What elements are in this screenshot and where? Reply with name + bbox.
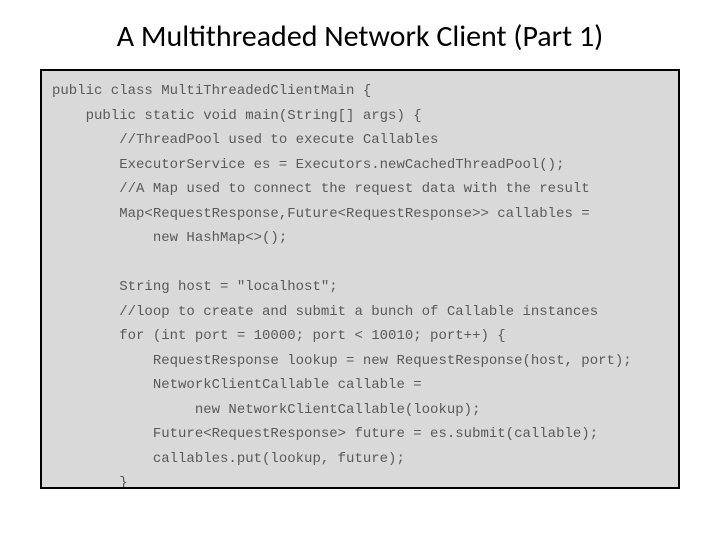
code-line: RequestResponse lookup = new RequestResp… xyxy=(52,353,632,369)
code-line: } xyxy=(52,475,128,489)
code-box: public class MultiThreadedClientMain { p… xyxy=(40,69,680,489)
code-line: new HashMap<>(); xyxy=(52,230,287,246)
code-line: ExecutorService es = Executors.newCached… xyxy=(52,157,564,173)
code-block: public class MultiThreadedClientMain { p… xyxy=(52,79,668,489)
code-line: String host = "localhost"; xyxy=(52,279,338,295)
code-line: for (int port = 10000; port < 10010; por… xyxy=(52,328,506,344)
code-line: //ThreadPool used to execute Callables xyxy=(52,132,438,148)
code-line: new NetworkClientCallable(lookup); xyxy=(52,402,480,418)
code-line: NetworkClientCallable callable = xyxy=(52,377,422,393)
code-line: callables.put(lookup, future); xyxy=(52,451,405,467)
code-line: //A Map used to connect the request data… xyxy=(52,181,590,197)
code-line: public class MultiThreadedClientMain { xyxy=(52,83,371,99)
slide: A Multithreaded Network Client (Part 1) … xyxy=(0,0,720,540)
code-line: Future<RequestResponse> future = es.subm… xyxy=(52,426,598,442)
code-line: Map<RequestResponse,Future<RequestRespon… xyxy=(52,206,590,222)
code-line: //loop to create and submit a bunch of C… xyxy=(52,304,598,320)
slide-title: A Multithreaded Network Client (Part 1) xyxy=(40,18,680,55)
code-line: public static void main(String[] args) { xyxy=(52,108,422,124)
